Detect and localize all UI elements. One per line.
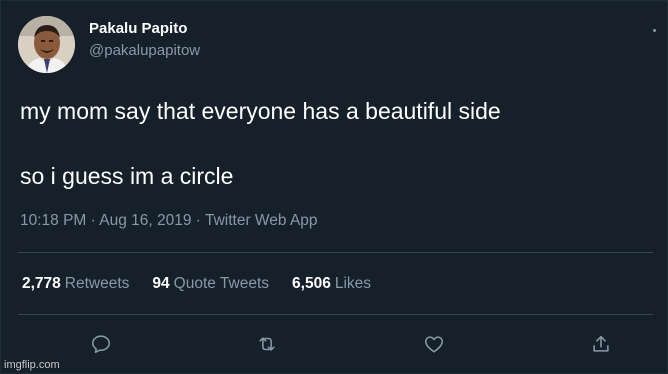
tweet-text-line-1: my mom say that everyone has a beautiful… xyxy=(20,98,501,124)
quote-tweets-label: Quote Tweets xyxy=(173,275,270,292)
user-handle[interactable]: @pakalupapitow xyxy=(89,41,200,61)
divider xyxy=(18,314,653,315)
likes-stat[interactable]: 6,506 Likes xyxy=(292,273,371,295)
like-button[interactable] xyxy=(421,331,447,357)
more-icon[interactable] xyxy=(647,23,661,37)
reply-icon xyxy=(91,335,111,354)
tweet-card: Pakalu Papito @pakalupapitow my mom say … xyxy=(0,0,668,374)
tweet-timestamp[interactable]: 10:18 PM · Aug 16, 2019 · Twitter Web Ap… xyxy=(20,210,318,232)
share-button[interactable] xyxy=(588,331,614,357)
tweet-text-line-2: so i guess im a circle xyxy=(20,163,234,189)
retweets-count: 2,778 xyxy=(22,275,61,292)
retweet-button[interactable] xyxy=(254,331,280,357)
retweet-icon xyxy=(259,337,275,351)
retweets-label: Retweets xyxy=(64,275,130,292)
heart-icon xyxy=(424,336,444,353)
display-name[interactable]: Pakalu Papito xyxy=(89,19,200,39)
reply-button[interactable] xyxy=(88,331,114,357)
quote-tweets-count: 94 xyxy=(152,275,170,292)
likes-label: Likes xyxy=(334,275,372,292)
retweets-stat[interactable]: 2,778 Retweets xyxy=(22,273,129,295)
tweet-stats: 2,778 Retweets 94 Quote Tweets 6,506 Likes xyxy=(22,273,394,295)
divider xyxy=(18,252,653,253)
user-names: Pakalu Papito @pakalupapitow xyxy=(89,19,200,61)
quote-tweets-stat[interactable]: 94 Quote Tweets xyxy=(152,273,269,295)
likes-count: 6,506 xyxy=(292,275,331,292)
avatar-image xyxy=(18,16,75,73)
share-icon xyxy=(593,335,609,352)
watermark: imgflip.com xyxy=(4,359,60,371)
avatar[interactable] xyxy=(18,16,75,73)
tweet-header: Pakalu Papito @pakalupapitow xyxy=(18,16,200,73)
tweet-actions xyxy=(1,331,668,357)
